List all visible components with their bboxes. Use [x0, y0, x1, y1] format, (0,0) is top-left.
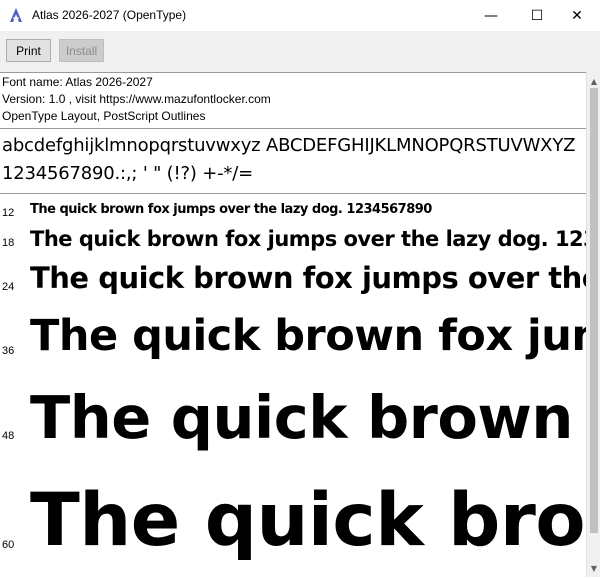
vertical-scrollbar[interactable]: ▲ ▼: [586, 72, 600, 577]
divider: [0, 193, 586, 194]
size-label-48: 48: [2, 430, 15, 442]
sample-text-48: The quick brown fox jumps over the lazy …: [30, 383, 586, 452]
install-button[interactable]: Install: [59, 39, 104, 62]
sample-text-24: The quick brown fox jumps over the lazy …: [30, 261, 586, 295]
size-label-18: 18: [2, 237, 15, 249]
divider: [0, 128, 586, 129]
scroll-down-icon[interactable]: ▼: [587, 561, 600, 575]
sample-text-60: The quick brown fox jumps over the lazy …: [30, 478, 586, 563]
size-label-60: 60: [2, 539, 15, 551]
font-preview-pane[interactable]: Font name: Atlas 2026-2027 Version: 1.0 …: [0, 72, 586, 578]
size-label-36: 36: [2, 345, 15, 357]
print-button[interactable]: Print: [6, 39, 51, 62]
sample-text-36: The quick brown fox jumps over the lazy …: [30, 311, 586, 361]
scroll-up-icon[interactable]: ▲: [587, 74, 600, 88]
toolbar: Print Install: [0, 31, 600, 72]
window-title: Atlas 2026-2027 (OpenType): [32, 8, 187, 22]
sample-text-12: The quick brown fox jumps over the lazy …: [30, 202, 432, 217]
scroll-thumb[interactable]: [590, 88, 598, 533]
size-label-12: 12: [2, 207, 15, 219]
size-label-24: 24: [2, 281, 15, 293]
close-button[interactable]: ✕: [554, 0, 600, 31]
font-version-line: Version: 1.0 , visit https://www.mazufon…: [2, 92, 271, 106]
font-name-line: Font name: Atlas 2026-2027: [2, 75, 153, 89]
title-bar: Atlas 2026-2027 (OpenType) — ☐ ✕: [0, 0, 600, 31]
charset-lowercase-uppercase: abcdefghijklmnopqrstuvwxyz ABCDEFGHIJKLM…: [2, 135, 576, 156]
font-type-line: OpenType Layout, PostScript Outlines: [2, 109, 206, 123]
font-viewer-icon: [10, 8, 22, 22]
minimize-button[interactable]: —: [468, 0, 514, 31]
sample-text-18: The quick brown fox jumps over the lazy …: [30, 227, 586, 251]
charset-digits-punctuation: 1234567890.:,; ' " (!?) +-*/=: [2, 163, 253, 184]
